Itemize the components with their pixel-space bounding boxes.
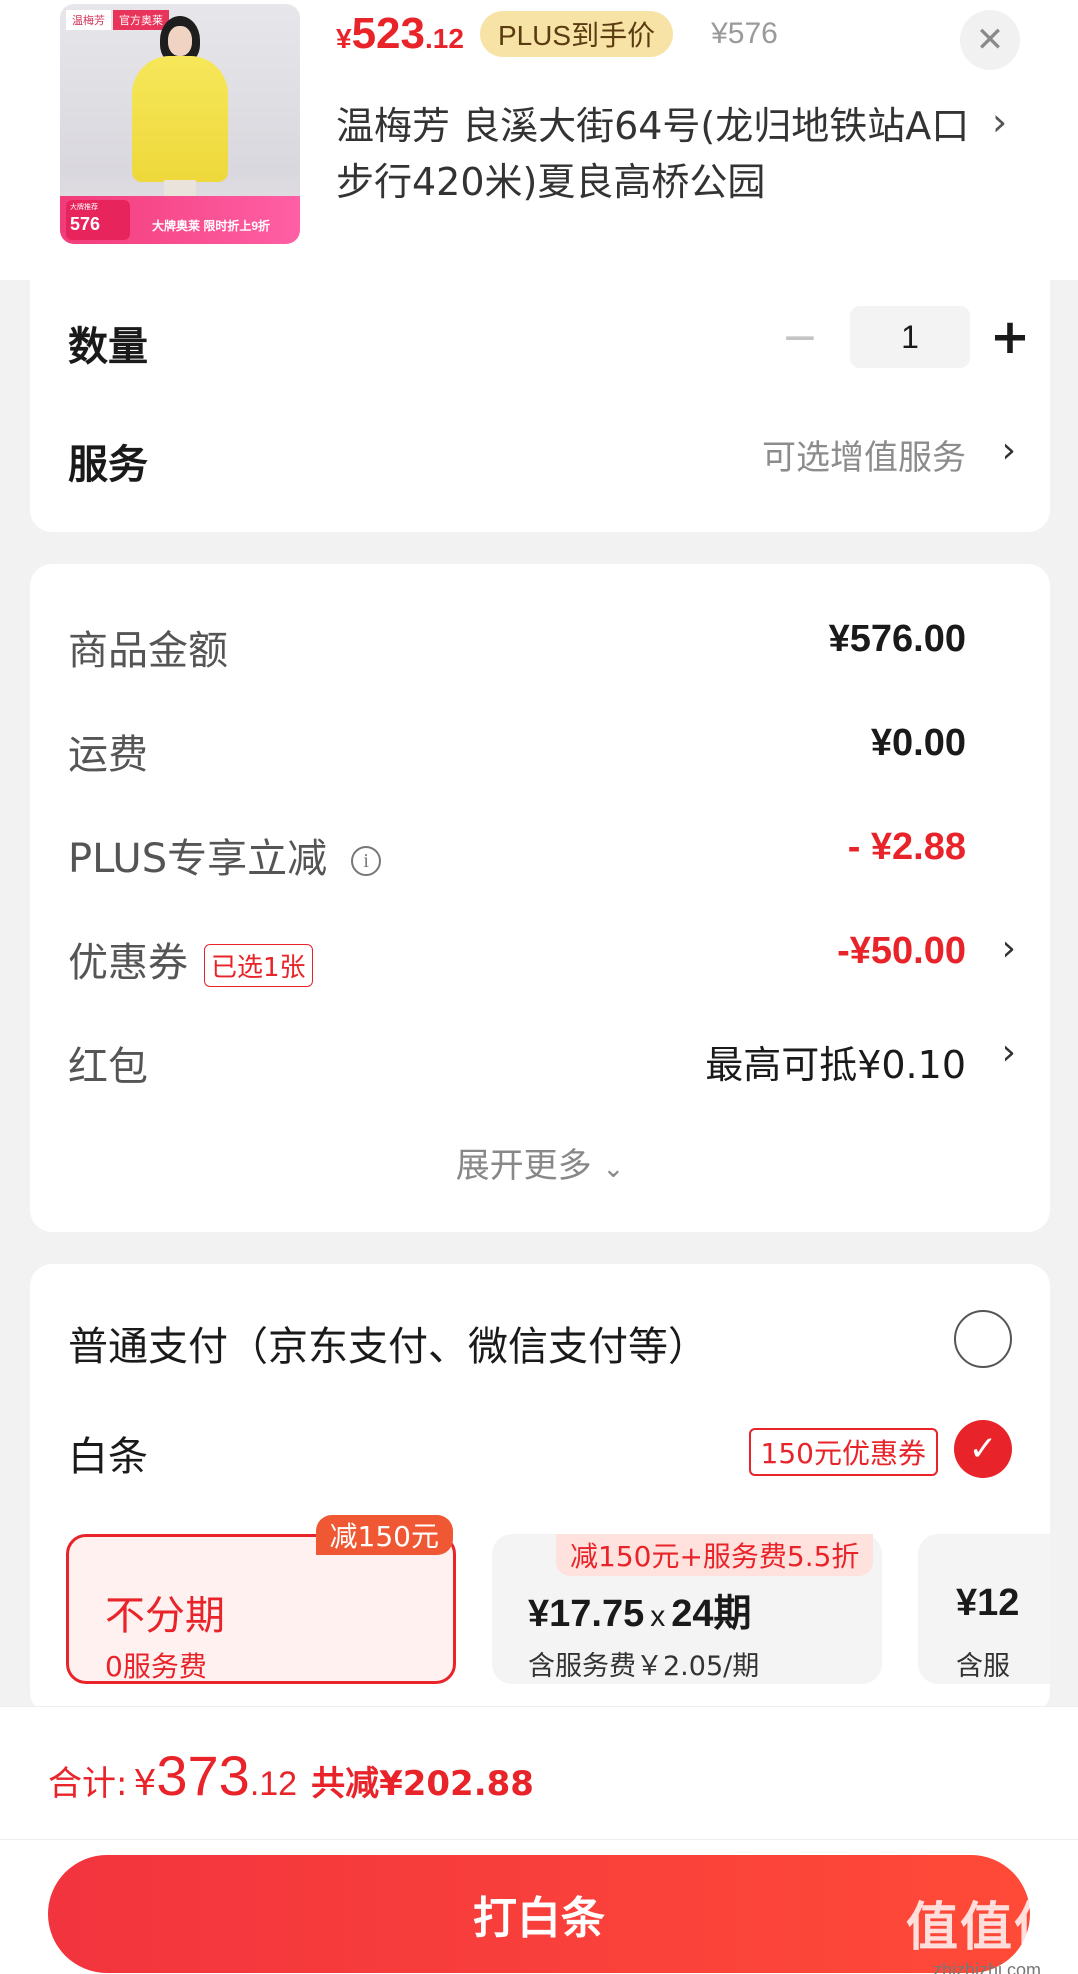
pay-button-label: 打白条 — [473, 1893, 605, 1944]
delivery-address[interactable]: 温梅芳 良溪大街64号(龙归地铁站A口步行420米)夏良高桥公园 — [336, 98, 976, 210]
decrease-button[interactable]: − — [770, 312, 830, 363]
plan-amount: ¥17.75 x 24期 — [528, 1582, 752, 1637]
thumb-brand-tag: 温梅芳 官方奥莱 — [66, 10, 169, 30]
baitiao-label[interactable]: 白条 — [68, 1424, 148, 1482]
checkout-bar: 合计: ¥373.12 共减¥202.88 打白条 值值值 zhizhizhi.co… — [0, 1706, 1078, 1974]
chevron-right-icon[interactable]: › — [992, 100, 1007, 144]
quantity-service-card: 数量 − 1 + 服务 可选增值服务 › — [30, 268, 1050, 532]
price-summary-card: 商品金额 ¥576.00 运费 ¥0.00 PLUS专享立减 i - ¥2.88 … — [30, 564, 1050, 1232]
coupon-chevron-icon[interactable]: › — [1002, 928, 1016, 969]
plan-fee: 含服务费￥2.05/期 — [528, 1651, 760, 1682]
baitiao-radio[interactable]: ✓ — [954, 1420, 1012, 1478]
price-integer: 523 — [351, 9, 425, 58]
check-icon: ✓ — [968, 1429, 998, 1469]
plan-fee: 0服务费 — [105, 1650, 207, 1683]
plus-discount-row: PLUS专享立减 i — [68, 826, 382, 884]
order-total: 合计: ¥373.12 共减¥202.88 — [48, 1743, 534, 1808]
thumb-promo-bar: 大牌推荐 576 大牌奥莱 限时折上9折 — [60, 196, 300, 244]
plan-amount-value: ¥17.75 — [528, 1593, 645, 1635]
thumb-promo-price: 576 — [70, 214, 101, 234]
plan-amount: ¥12 — [956, 1582, 1020, 1624]
plan-partial[interactable]: ¥12 含服 — [918, 1534, 1050, 1684]
model-face — [168, 26, 192, 56]
product-thumbnail[interactable]: 温梅芳 官方奥莱 大牌推荐 576 大牌奥莱 限时折上9折 — [60, 4, 300, 244]
total-decimal: .12 — [249, 1765, 298, 1803]
price-currency: ¥ — [336, 23, 352, 54]
plan-periods: 24期 — [671, 1593, 752, 1635]
quantity-label: 数量 — [68, 324, 148, 370]
divider — [0, 1839, 1078, 1840]
redpacket-chevron-icon[interactable]: › — [1002, 1032, 1016, 1073]
price-decimal: .12 — [425, 23, 464, 54]
plan-multiplier: x — [650, 1600, 666, 1633]
service-chevron-icon[interactable]: › — [1002, 430, 1016, 471]
watermark: 值值值 zhizhizhi.com — [906, 1885, 1068, 1974]
service-label: 服务 — [68, 442, 148, 488]
yellow-coat — [132, 56, 228, 182]
thumb-promo-price-box: 大牌推荐 576 — [66, 200, 130, 240]
plan-title: 不分期 — [105, 1593, 225, 1639]
plus-price-badge: PLUS到手价 — [479, 11, 674, 57]
total-integer: 373 — [156, 1744, 250, 1807]
redpacket-label: 红包 — [68, 1044, 148, 1090]
total-label: 合计: — [48, 1764, 128, 1804]
plus-discount-value: - ¥2.88 — [847, 826, 966, 868]
payment-card: 普通支付（京东支付、微信支付等） 白条 150元优惠券 ✓ 减150元 不分期 … — [30, 1264, 1050, 1714]
total-currency: ¥ — [133, 1763, 157, 1804]
coupon-label: 优惠券 — [68, 940, 188, 986]
coupon-row: 优惠券 已选1张 — [68, 930, 313, 988]
coupon-selected-badge: 已选1张 — [204, 943, 313, 987]
plus-price: ¥523.12 — [336, 9, 464, 59]
expand-more-label: 展开更多 — [455, 1146, 592, 1186]
coupon-value[interactable]: -¥50.00 — [837, 930, 966, 973]
close-button[interactable]: ✕ — [960, 10, 1020, 70]
plan-no-installment[interactable]: 减150元 不分期 0服务费 — [66, 1515, 456, 1684]
thumb-promo-label: 大牌推荐 — [70, 203, 98, 211]
info-icon[interactable]: i — [351, 846, 382, 876]
shipping-value: ¥0.00 — [870, 722, 966, 764]
close-icon: ✕ — [975, 20, 1005, 60]
goods-amount-label: 商品金额 — [68, 628, 228, 674]
total-saved: 共减¥202.88 — [311, 1764, 534, 1804]
thumb-brand: 温梅芳 — [66, 10, 111, 30]
baitiao-coupon-badge: 150元优惠券 — [748, 1428, 938, 1476]
plus-discount-label: PLUS专享立减 — [68, 836, 328, 882]
quantity-stepper: − 1 + — [770, 306, 1032, 368]
normal-pay-label[interactable]: 普通支付（京东支付、微信支付等） — [68, 1314, 708, 1372]
product-header: 温梅芳 官方奥莱 大牌推荐 576 大牌奥莱 限时折上9折 ¥523.12 PL… — [0, 0, 1078, 280]
baitiao-pay-button[interactable]: 打白条 — [48, 1855, 1030, 1973]
plan-fee: 含服 — [956, 1651, 1010, 1682]
normal-pay-radio[interactable] — [954, 1310, 1012, 1368]
shipping-label: 运费 — [68, 732, 148, 778]
original-price: ¥576 — [711, 17, 778, 50]
price-row: ¥523.12 PLUS到手价 ¥576 — [336, 4, 778, 64]
goods-amount-value: ¥576.00 — [828, 618, 966, 660]
quantity-input[interactable]: 1 — [850, 306, 970, 368]
plan-ribbon: 减150元 — [315, 1515, 453, 1555]
redpacket-value[interactable]: 最高可抵¥0.10 — [705, 1034, 966, 1089]
thumb-promo-text: 大牌奥莱 限时折上9折 — [152, 219, 271, 233]
watermark-logo: 值值值 — [905, 1898, 1068, 1958]
watermark-url: zhizhizhi.com — [932, 1960, 1042, 1974]
chevron-down-icon: ⌄ — [602, 1154, 625, 1184]
service-hint[interactable]: 可选增值服务 — [762, 430, 966, 479]
expand-more-button[interactable]: 展开更多 ⌄ — [30, 1138, 1050, 1187]
plan-24-periods[interactable]: 减150元+服务费5.5折 ¥17.75 x 24期 含服务费￥2.05/期 — [492, 1534, 882, 1684]
increase-button[interactable]: + — [988, 309, 1032, 365]
plan-ribbon: 减150元+服务费5.5折 — [556, 1534, 874, 1576]
thumb-tag: 官方奥莱 — [113, 10, 169, 30]
